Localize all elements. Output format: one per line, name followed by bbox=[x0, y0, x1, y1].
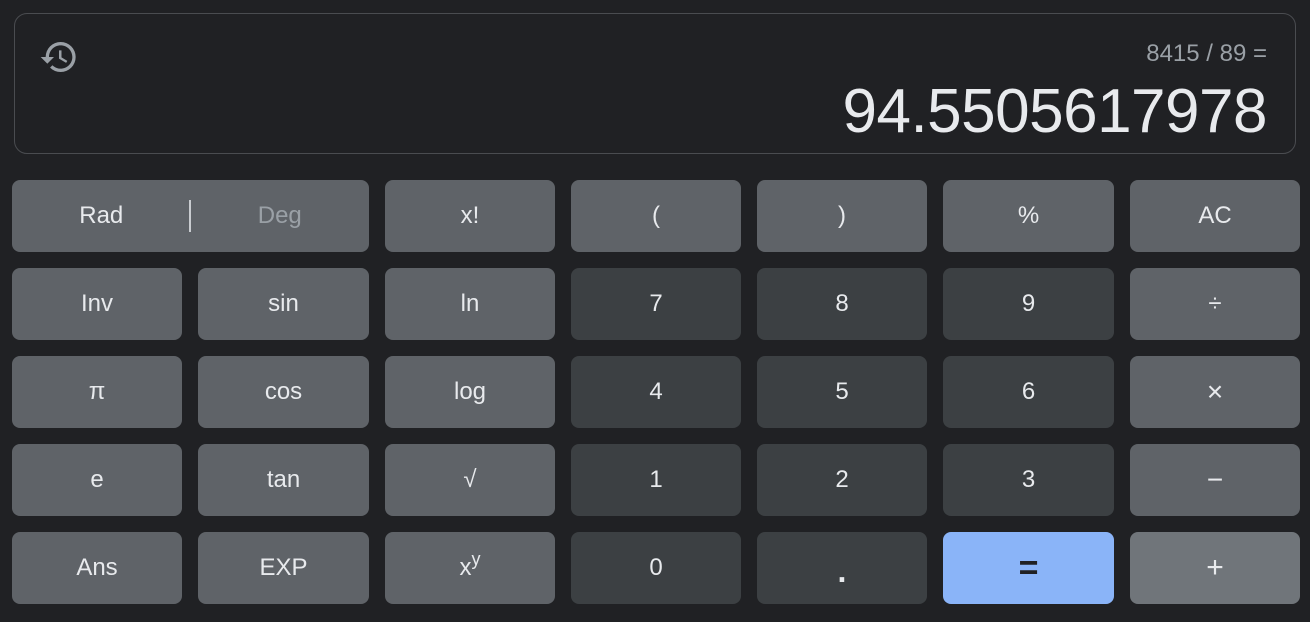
inv-button[interactable]: Inv bbox=[12, 268, 182, 340]
open-paren-button[interactable]: ( bbox=[571, 180, 741, 252]
plus-button[interactable]: + bbox=[1130, 532, 1300, 604]
pi-button[interactable]: π bbox=[12, 356, 182, 428]
digit-6-button[interactable]: 6 bbox=[943, 356, 1114, 428]
multiply-button[interactable]: × bbox=[1130, 356, 1300, 428]
log-button[interactable]: log bbox=[385, 356, 555, 428]
cos-button[interactable]: cos bbox=[198, 356, 369, 428]
equals-button[interactable]: = bbox=[943, 532, 1114, 604]
minus-button[interactable]: − bbox=[1130, 444, 1300, 516]
decimal-button[interactable]: . bbox=[757, 532, 927, 604]
angle-mode-toggle[interactable]: Rad Deg bbox=[12, 180, 369, 252]
result-text: 94.5505617978 bbox=[842, 77, 1267, 146]
e-button[interactable]: e bbox=[12, 444, 182, 516]
digit-4-button[interactable]: 4 bbox=[571, 356, 741, 428]
power-exponent-text: y bbox=[471, 548, 481, 569]
power-base-text: x bbox=[459, 554, 472, 581]
deg-button[interactable]: Deg bbox=[191, 202, 370, 230]
digit-5-button[interactable]: 5 bbox=[757, 356, 927, 428]
ln-button[interactable]: ln bbox=[385, 268, 555, 340]
digit-3-button[interactable]: 3 bbox=[943, 444, 1114, 516]
expression-text: 8415 / 89 = bbox=[1146, 40, 1267, 67]
angle-mode-divider bbox=[189, 200, 191, 232]
factorial-button[interactable]: x! bbox=[385, 180, 555, 252]
digit-7-button[interactable]: 7 bbox=[571, 268, 741, 340]
digit-8-button[interactable]: 8 bbox=[757, 268, 927, 340]
history-icon[interactable] bbox=[39, 37, 79, 77]
close-paren-button[interactable]: ) bbox=[757, 180, 927, 252]
digit-0-button[interactable]: 0 bbox=[571, 532, 741, 604]
all-clear-button[interactable]: AC bbox=[1130, 180, 1300, 252]
sqrt-button[interactable]: √ bbox=[385, 444, 555, 516]
calculator-display: 8415 / 89 = 94.5505617978 bbox=[14, 13, 1296, 154]
rad-button[interactable]: Rad bbox=[12, 202, 191, 230]
digit-9-button[interactable]: 9 bbox=[943, 268, 1114, 340]
sin-button[interactable]: sin bbox=[198, 268, 369, 340]
power-button[interactable]: xy bbox=[385, 532, 555, 604]
percent-button[interactable]: % bbox=[943, 180, 1114, 252]
divide-button[interactable]: ÷ bbox=[1130, 268, 1300, 340]
ans-button[interactable]: Ans bbox=[12, 532, 182, 604]
digit-2-button[interactable]: 2 bbox=[757, 444, 927, 516]
digit-1-button[interactable]: 1 bbox=[571, 444, 741, 516]
tan-button[interactable]: tan bbox=[198, 444, 369, 516]
exp-button[interactable]: EXP bbox=[198, 532, 369, 604]
